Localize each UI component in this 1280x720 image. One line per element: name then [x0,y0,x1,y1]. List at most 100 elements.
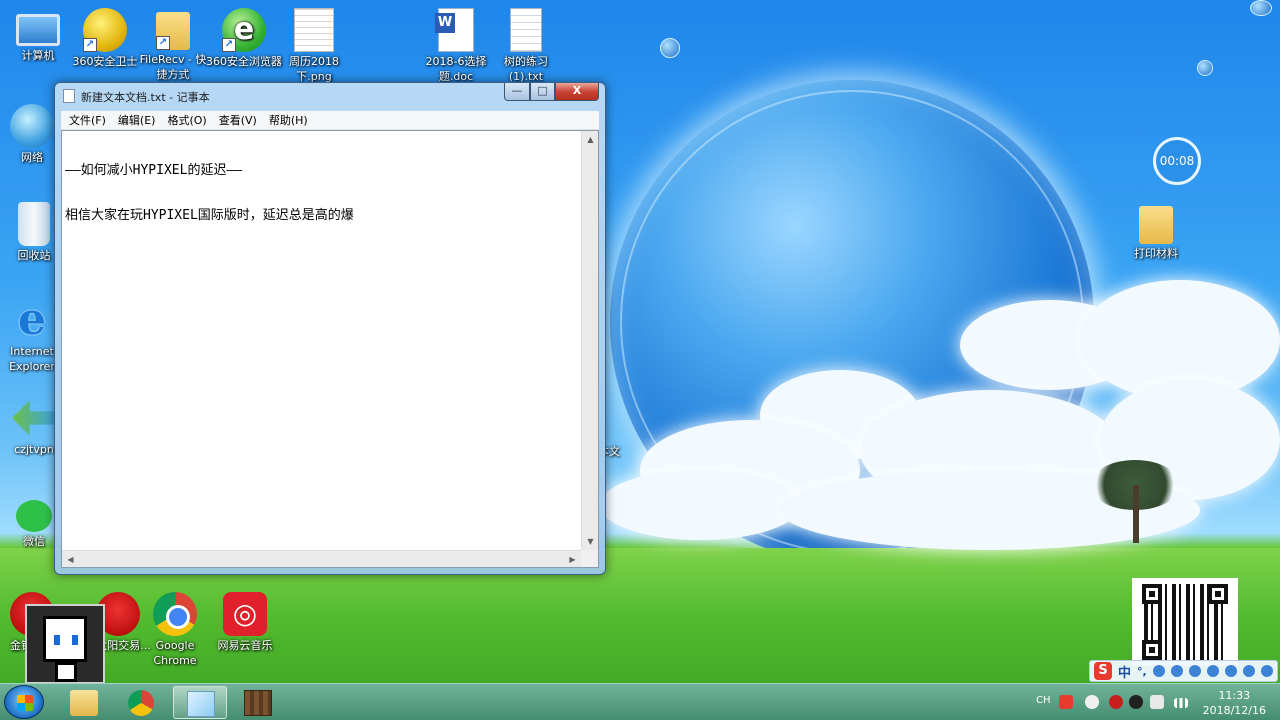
minimize-button[interactable]: — [504,83,530,101]
folder-icon [1139,206,1173,244]
menu-view[interactable]: 查看(V) [213,111,263,129]
wallpaper-moon-top [1250,0,1272,16]
qr-finder [1208,584,1228,604]
desktop-icon-computer[interactable]: 计算机 [0,8,76,63]
image-file-icon [294,8,334,52]
vertical-scrollbar[interactable]: ▲ ▼ [581,131,598,550]
text-editor[interactable]: ——如何减小HYPIXEL的延迟—— 相信大家在玩HYPIXEL国际版时，延迟总… [61,130,599,568]
qr-code-image [1132,578,1238,666]
vpn-arrow-icon [12,400,56,436]
paw-icon[interactable] [1085,695,1099,709]
desktop-icon-label: 360安全卫士 [72,55,138,68]
notepad-window[interactable]: 新建文本文档.txt - 记事本 — □ X 文件(F) 编辑(E) 格式(O)… [54,82,606,575]
desktop-icon-calendar-png[interactable]: 周历2018下.png [276,8,352,84]
computer-icon [16,14,60,46]
desktop-icon-label: 计算机 [21,49,55,62]
desktop-icon-doc[interactable]: 2018-6选择题.doc [418,8,494,84]
text-file-icon [510,8,542,52]
taskbar: CH 11:33 2018/12/16 [0,683,1280,720]
desktop-icon-label: 2018-6选择题.doc [425,55,487,83]
window-title: 新建文本文档.txt - 记事本 [81,91,210,104]
desktop-icon-tree-txt[interactable]: 树的练习 (1).txt [488,8,564,84]
menu-bar: 文件(F) 编辑(E) 格式(O) 查看(V) 帮助(H) [61,111,599,130]
ime-mode-toggle[interactable]: 中 [1118,662,1131,681]
qr-finder [1142,584,1162,604]
ime-toolbar[interactable]: S 中 °, [1089,660,1278,682]
editor-line-1: ——如何减小HYPIXEL的延迟—— [65,163,243,178]
wallpaper-tree-trunk [1133,485,1139,543]
chrome-icon [153,592,197,636]
minecraft-block-icon [244,690,272,716]
horizontal-scrollbar[interactable]: ◀ ▶ [62,550,581,567]
window-titlebar[interactable]: 新建文本文档.txt - 记事本 — □ X [55,83,605,107]
shortcut-arrow-icon: ↗ [83,38,97,52]
scroll-right-arrow-icon[interactable]: ▶ [564,551,581,568]
desktop-icon-360-browser[interactable]: e ↗ 360安全浏览器 [206,8,282,69]
scroll-down-arrow-icon[interactable]: ▼ [582,533,599,550]
shortcut-arrow-icon: ↗ [156,36,170,50]
browser-e-icon: e ↗ [222,8,266,52]
sogou-tray-icon[interactable] [1059,695,1073,709]
windows-logo-icon [17,695,33,711]
voice-icon[interactable] [1206,665,1219,677]
shortcut-arrow-icon: ↗ [222,38,236,52]
wechat-icon [16,500,52,532]
desktop-icon-label: 360安全浏览器 [206,55,282,68]
menu-help[interactable]: 帮助(H) [263,111,314,129]
desktop-icon-label: 周历2018下.png [289,55,339,83]
folder-icon: ↗ [156,12,190,50]
desktop-icon-360-safe[interactable]: ↗ 360安全卫士 [67,8,143,69]
taskbar-clock[interactable]: 11:33 2018/12/16 [1203,688,1266,718]
language-indicator[interactable]: CH [1036,695,1051,706]
desktop-icon-filerecv[interactable]: ↗ FileRecv - 快捷方式 [135,8,211,82]
notepad-icon [187,691,215,717]
clock-date: 2018/12/16 [1202,704,1266,717]
taskbar-notepad[interactable] [173,686,227,719]
menu-format[interactable]: 格式(O) [161,111,212,129]
recycle-bin-icon [18,202,50,246]
network-globe-icon [10,104,54,148]
desktop-icon-label: 打印材料 [1134,247,1178,260]
ime-punctuation-toggle[interactable]: °, [1137,665,1147,678]
desktop-icon-netease-music[interactable]: ◎ 网易云音乐 [207,592,283,653]
microphone-icon[interactable] [1170,665,1183,677]
avatar-body [55,662,77,682]
skin-icon[interactable] [1224,665,1237,677]
grid-menu-icon[interactable] [1260,665,1273,677]
menu-edit[interactable]: 编辑(E) [112,111,162,129]
qq-icon[interactable] [1129,695,1143,709]
taskbar-explorer[interactable] [57,686,111,719]
desktop-icon-label: FileRecv - 快捷方式 [139,53,207,81]
system-tray: CH 11:33 2018/12/16 [1030,684,1280,720]
signal-bars-icon[interactable] [1174,698,1188,708]
clock-time: 11:33 [1218,689,1251,702]
keyboard-icon[interactable] [1188,665,1201,677]
tshirt-icon[interactable] [1242,665,1255,677]
pixel-avatar [25,604,105,684]
desktop-icon-label: 网易云音乐 [217,639,273,652]
desktop-icon-chrome[interactable]: Google Chrome [137,592,213,668]
editor-content[interactable]: ——如何减小HYPIXEL的延迟—— 相信大家在玩HYPIXEL国际版时，延迟总… [65,133,578,549]
device-icon[interactable] [1150,695,1164,709]
desktop-icon-print-folder[interactable]: 打印材料 [1118,202,1194,261]
taskbar-chrome[interactable] [115,686,169,719]
menu-file[interactable]: 文件(F) [63,111,112,129]
sogou-ime-icon[interactable]: S [1094,662,1112,680]
scroll-left-arrow-icon[interactable]: ◀ [62,551,79,568]
netease-music-icon: ◎ [223,592,267,636]
internet-explorer-icon: e [18,294,46,345]
word-document-icon [435,8,474,52]
close-button[interactable]: X [555,83,599,101]
maximize-button[interactable]: □ [530,83,555,101]
qr-finder [1142,640,1162,660]
avatar-face [43,616,87,662]
explorer-folder-icon [70,690,98,716]
record-icon[interactable] [1109,695,1123,709]
recording-timer[interactable]: 00:08 [1153,137,1201,185]
start-button[interactable] [4,685,44,719]
taskbar-minecraft[interactable] [231,686,285,719]
wallpaper-moon [660,38,680,58]
emoji-icon[interactable] [1152,665,1165,677]
wallpaper-cloud [600,470,800,540]
scroll-up-arrow-icon[interactable]: ▲ [582,131,599,148]
